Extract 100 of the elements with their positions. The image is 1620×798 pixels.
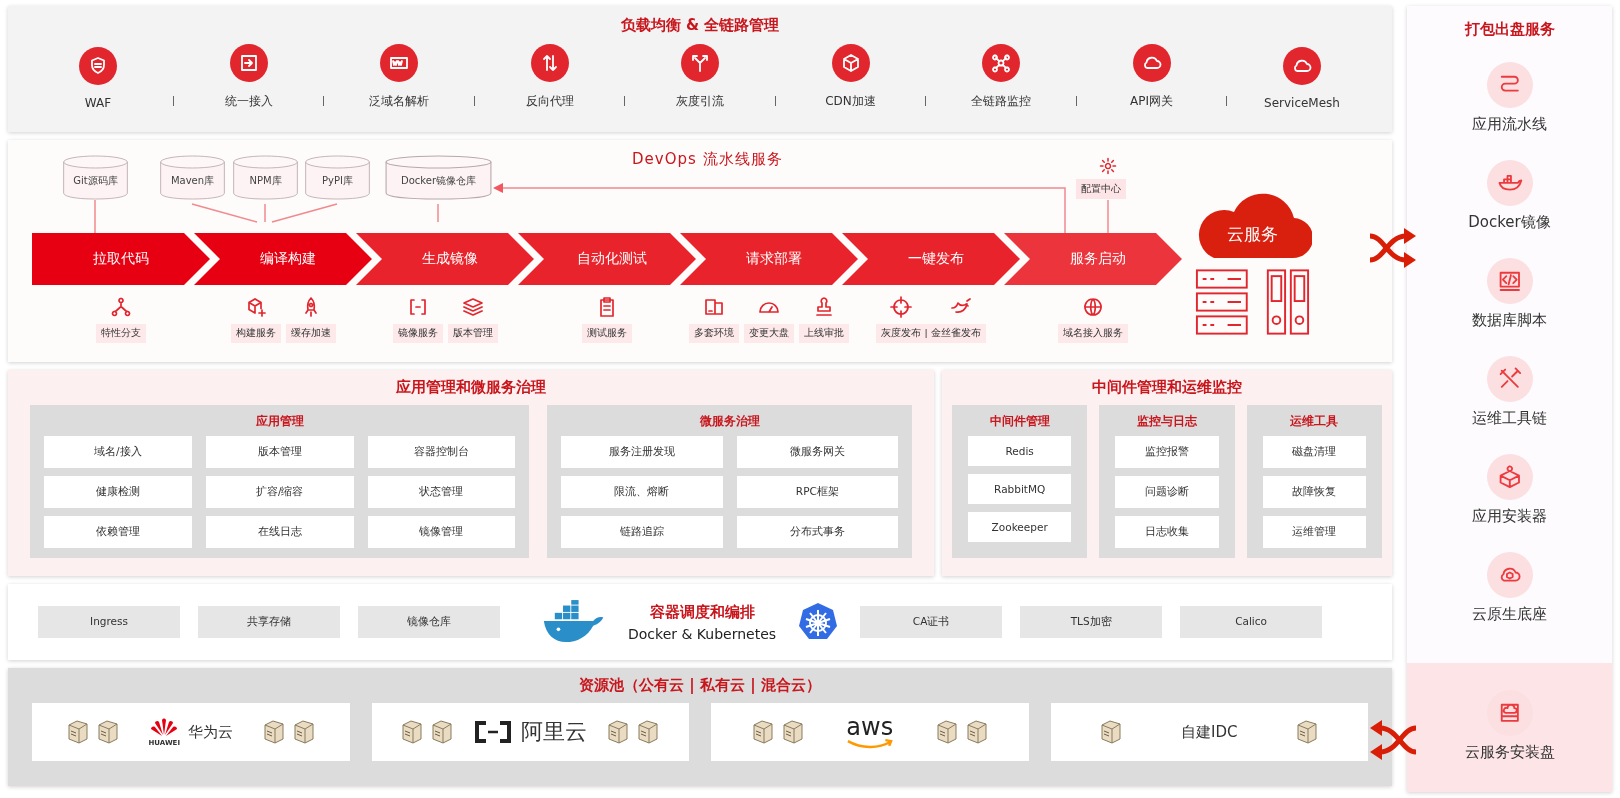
globe-icon [1081, 295, 1105, 319]
enter-icon[interactable] [228, 43, 269, 83]
feature-item: 镜像管理 [367, 516, 516, 548]
server-icon [637, 719, 660, 745]
subtitle: Docker & Kubernetes [628, 625, 777, 642]
box-gear-icon [1485, 453, 1534, 501]
service-tag: 灰度发布 | 金丝雀发布 [876, 324, 986, 343]
server-icon [935, 719, 958, 745]
server-icon [66, 719, 89, 745]
service-label: 泛域名解析 [369, 93, 429, 110]
panel-title: 微服务治理 [698, 413, 761, 430]
repository-cylinder: Git源码库 [63, 155, 128, 200]
repository-cylinder: Maven库 [160, 155, 225, 200]
repository-cylinder: PyPI库 [305, 155, 370, 200]
provider-name: aws [846, 715, 894, 739]
leader-line [94, 199, 96, 233]
smile-arrow-icon [845, 739, 894, 749]
feature-item: 日志收集 [1115, 516, 1219, 548]
swap-arrows-icon[interactable] [529, 43, 570, 83]
leader-line [1107, 199, 1109, 233]
package-item[interactable]: 应用流水线 [1407, 61, 1612, 159]
network-icon[interactable] [981, 43, 1021, 83]
server-icon [781, 719, 804, 745]
leader-line [437, 203, 439, 223]
section-title: 应用管理和微服务治理 [395, 378, 547, 397]
server-icon [1100, 719, 1122, 745]
pipeline-stage: 请求部署 [680, 233, 858, 285]
section-title: 负载均衡 & 全链路管理 [619, 16, 781, 35]
service-tag: 域名接入服务 [1058, 324, 1128, 343]
feature-item: 镜像仓库 [358, 606, 500, 638]
bracket-logo-icon [473, 720, 514, 744]
panel-title: 中间件管理 [988, 413, 1051, 430]
section-title: 资源池（公有云 | 私有云 | 混合云） [578, 676, 822, 695]
section-title: 打包出盘服务 [1463, 20, 1556, 39]
fork-arrows-icon[interactable] [680, 43, 720, 83]
whale-icon [542, 600, 606, 644]
repository-cylinder: NPM库 [233, 155, 298, 200]
section-title: 中间件管理和运维监控 [1091, 378, 1243, 397]
service-tag: 特性分支 [96, 324, 146, 343]
service-tag: 镜像服务 [392, 324, 443, 343]
server-icon [262, 719, 285, 745]
feature-item: 限流、熔断 [561, 476, 723, 508]
www-icon[interactable] [379, 43, 419, 83]
cloud-icon[interactable] [1282, 46, 1322, 86]
feature-item: 分布式事务 [736, 516, 898, 548]
feature-item: 服务注册发现 [561, 436, 723, 468]
package-item[interactable]: 云服务安装盘 [1407, 663, 1612, 792]
package-item[interactable]: Docker镜像 [1407, 159, 1612, 257]
panel-title: 应用管理 [254, 413, 305, 430]
service-tag: 测试服务 [582, 324, 632, 343]
service-tag: 变更大盘 [744, 324, 794, 343]
provider-name: 华为云 [188, 722, 233, 742]
whale-icon [1485, 159, 1534, 207]
section-title: 容器调度和编排 [649, 602, 755, 622]
shield-icon[interactable] [78, 46, 118, 86]
leader-line [191, 203, 258, 223]
feature-item: Ingress [38, 606, 180, 638]
service-label: API网关 [1130, 93, 1173, 110]
service-tag: 缓存加速 [285, 324, 336, 343]
pipeline-stage: 自动化测试 [518, 233, 696, 285]
petals-icon [149, 717, 180, 739]
package-item[interactable]: 应用安装器 [1407, 453, 1612, 551]
service-label: CDN加速 [825, 93, 876, 110]
server-icon [96, 719, 119, 745]
server-icon [751, 719, 774, 745]
layers-icon [460, 295, 485, 319]
server-icon [292, 719, 315, 745]
settings-icon[interactable] [1098, 156, 1118, 176]
package-item[interactable]: 云原生底座 [1407, 551, 1612, 649]
repository-cylinder: Docker镜像仓库 [385, 155, 492, 200]
feature-item: 链路追踪 [561, 516, 723, 548]
service-tag: 上线审批 [799, 324, 849, 343]
feature-item: RabbitMQ [968, 474, 1072, 504]
code-icon [1485, 257, 1534, 305]
target-icon [889, 295, 913, 319]
service-label: 统一接入 [224, 93, 273, 110]
server-icon [401, 719, 424, 745]
pipeline-stage: 服务启动 [1004, 233, 1182, 285]
branch-icon [109, 295, 133, 319]
feature-item: 健康检测 [44, 476, 192, 508]
feature-item: 域名/接入 [44, 436, 192, 468]
pipeline-stage: 生成镜像 [356, 233, 534, 285]
server-icon [1296, 719, 1319, 745]
cloud-icon[interactable] [1131, 43, 1172, 83]
shuffle-arrows-icon [1368, 228, 1418, 268]
server-icon [431, 719, 454, 745]
feature-item: RPC框架 [736, 476, 898, 508]
feature-item: 共享存储 [198, 606, 340, 638]
leader-line [264, 203, 266, 223]
service-label: 全链路监控 [971, 93, 1031, 110]
feature-item: CA证书 [860, 606, 1003, 638]
feature-item: 扩容/缩容 [205, 476, 354, 508]
package-item[interactable]: 数据库脚本 [1407, 257, 1612, 355]
service-label: WAF [84, 96, 112, 110]
package-item[interactable]: 运维工具链 [1407, 355, 1612, 453]
service-label: ServiceMesh [1264, 96, 1340, 110]
feature-item: 依赖管理 [44, 516, 192, 548]
server-icon [965, 719, 988, 745]
cube-icon[interactable] [830, 43, 871, 83]
feature-item: 容器控制台 [367, 436, 516, 468]
